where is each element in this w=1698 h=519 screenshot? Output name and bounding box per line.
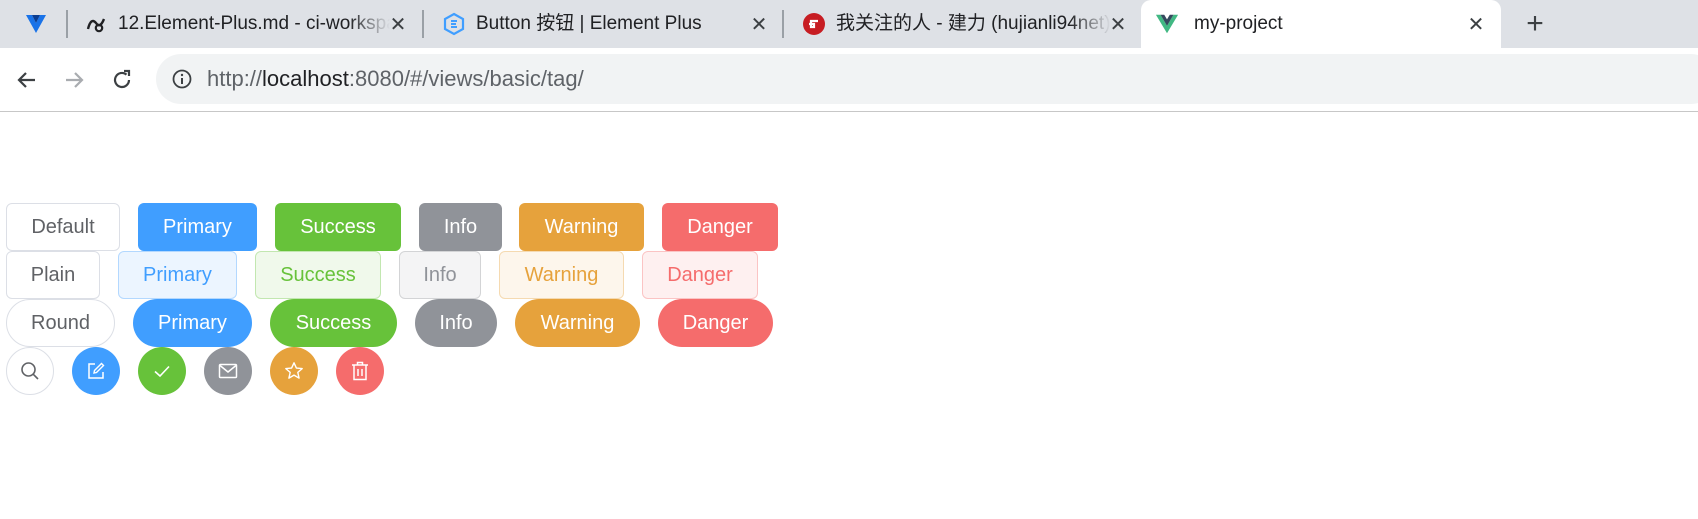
plain-danger-button[interactable]: Danger <box>642 251 758 299</box>
round-warning-button[interactable]: Warning <box>515 299 640 347</box>
url-path: :8080/#/views/basic/tag/ <box>348 66 584 91</box>
close-icon[interactable]: ✕ <box>747 12 771 36</box>
search-icon <box>21 362 39 380</box>
plain-button[interactable]: Plain <box>6 251 100 299</box>
star-circle-button[interactable] <box>270 347 318 395</box>
warning-button[interactable]: Warning <box>519 203 644 251</box>
back-button[interactable] <box>10 63 44 97</box>
message-icon <box>218 363 238 379</box>
info-icon[interactable] <box>172 69 192 89</box>
arrow-left-icon <box>17 72 35 88</box>
round-button[interactable]: Round <box>6 299 115 347</box>
delete-icon <box>352 361 368 381</box>
new-tab-button[interactable]: + <box>1519 7 1551 40</box>
address-bar[interactable]: http://localhost:8080/#/views/basic/tag/ <box>156 54 1698 104</box>
arrow-right-icon <box>66 72 84 88</box>
tab-title: 12.Element-Plus.md - ci-workspace <box>118 13 390 34</box>
tab-ci-workspace[interactable]: 12.Element-Plus.md - ci-workspace ✕ <box>66 0 420 48</box>
tab-strip: 12.Element-Plus.md - ci-workspace ✕ Butt… <box>0 0 1698 48</box>
url-host: localhost <box>262 66 349 91</box>
tab-title: my-project <box>1194 13 1283 34</box>
address-url[interactable]: http://localhost:8080/#/views/basic/tag/ <box>207 66 584 92</box>
round-success-button[interactable]: Success <box>270 299 397 347</box>
round-danger-button[interactable]: Danger <box>658 299 773 347</box>
success-button[interactable]: Success <box>275 203 401 251</box>
info-button[interactable]: Info <box>419 203 502 251</box>
plain-warning-button[interactable]: Warning <box>499 251 624 299</box>
primary-button[interactable]: Primary <box>138 203 257 251</box>
close-icon[interactable]: ✕ <box>386 12 410 36</box>
round-info-button[interactable]: Info <box>415 299 497 347</box>
danger-button[interactable]: Danger <box>662 203 778 251</box>
tab-element-plus[interactable]: Button 按钮 | Element Plus ✕ <box>424 0 782 48</box>
message-circle-button[interactable] <box>204 347 252 395</box>
tab-title: 我关注的人 - 建力 (hujianli94net) <box>836 13 1111 34</box>
page-content: Default Primary Success Info Warning Dan… <box>0 113 1698 519</box>
plain-info-button[interactable]: Info <box>399 251 481 299</box>
gitee-icon <box>802 12 826 36</box>
browser-toolbar: http://localhost:8080/#/views/basic/tag/ <box>0 48 1698 112</box>
close-icon[interactable]: ✕ <box>1464 12 1488 36</box>
close-icon[interactable]: ✕ <box>1106 12 1130 36</box>
browser-window: 12.Element-Plus.md - ci-workspace ✕ Butt… <box>0 0 1698 519</box>
vue-icon <box>1155 12 1179 36</box>
tab-my-project[interactable]: my-project ✕ <box>1141 0 1501 48</box>
star-icon <box>285 362 303 379</box>
plain-success-button[interactable]: Success <box>255 251 381 299</box>
plain-primary-button[interactable]: Primary <box>118 251 237 299</box>
default-button[interactable]: Default <box>6 203 120 251</box>
round-primary-button[interactable]: Primary <box>133 299 252 347</box>
search-circle-button[interactable] <box>6 347 54 395</box>
tab-gitee[interactable]: 我关注的人 - 建力 (hujianli94net) ✕ <box>784 0 1140 48</box>
tab-title: Button 按钮 | Element Plus <box>476 13 702 34</box>
edit-circle-button[interactable] <box>72 347 120 395</box>
delete-circle-button[interactable] <box>336 347 384 395</box>
browser-logo-icon[interactable] <box>22 10 50 38</box>
forward-button[interactable] <box>57 63 91 97</box>
url-scheme: http:// <box>207 66 263 91</box>
edit-icon <box>88 362 105 379</box>
ci-icon <box>84 12 108 36</box>
reload-button[interactable] <box>105 63 139 97</box>
element-plus-icon <box>442 12 466 36</box>
reload-icon <box>113 69 131 89</box>
check-icon <box>154 365 170 378</box>
check-circle-button[interactable] <box>138 347 186 395</box>
